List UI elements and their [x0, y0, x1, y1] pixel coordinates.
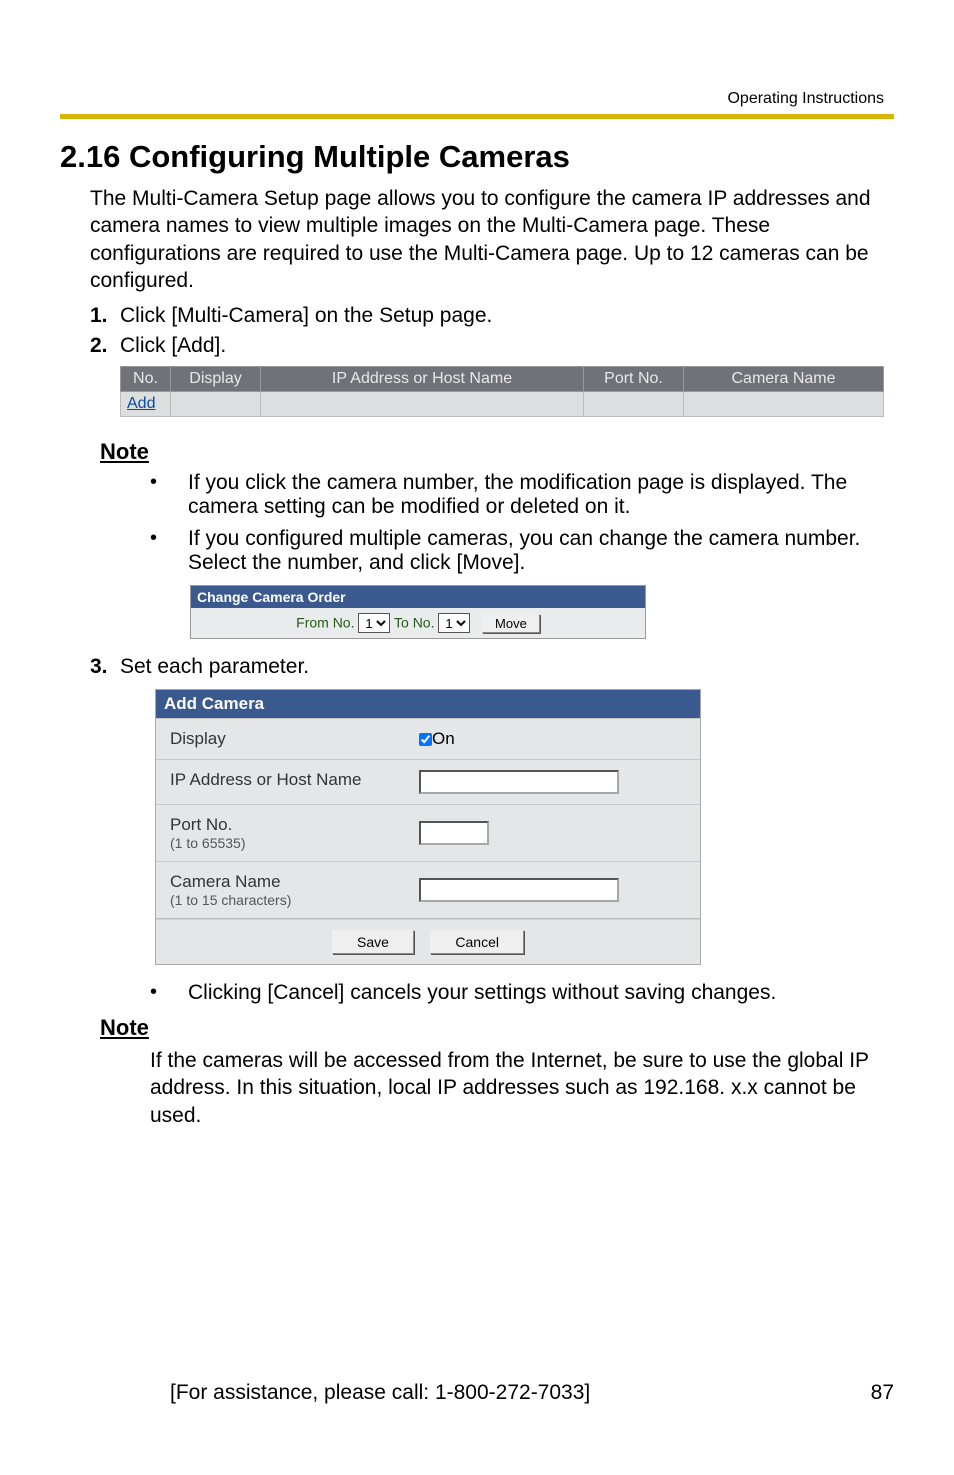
- footer-assist: [For assistance, please call: 1-800-272-…: [170, 1381, 590, 1405]
- to-label: To No.: [394, 615, 434, 631]
- camera-name-label: Camera Name: [170, 872, 397, 892]
- port-input[interactable]: [419, 821, 489, 845]
- step-3-num: 3.: [90, 655, 120, 679]
- bullet-icon: •: [150, 527, 188, 575]
- note-heading-1: Note: [100, 439, 894, 465]
- col-port-header: Port No.: [584, 367, 684, 392]
- add-camera-title: Add Camera: [156, 690, 700, 718]
- step-3-text: Set each parameter.: [120, 655, 309, 679]
- change-order-panel: Change Camera Order From No. 1 To No. 1 …: [190, 585, 646, 639]
- ip-input[interactable]: [419, 770, 619, 794]
- add-camera-panel: Add Camera Display On IP Address or Host…: [155, 689, 701, 965]
- table-row: Add: [121, 392, 884, 417]
- cancel-note-text: Clicking [Cancel] cancels your settings …: [188, 981, 776, 1005]
- ip-label: IP Address or Host Name: [156, 760, 411, 804]
- on-label: On: [432, 729, 455, 749]
- display-label: Display: [156, 719, 411, 759]
- note-heading-2: Note: [100, 1015, 894, 1041]
- display-on-checkbox[interactable]: [419, 733, 432, 746]
- note-2-text: If you configured multiple cameras, you …: [188, 527, 894, 575]
- camera-name-input[interactable]: [419, 878, 619, 902]
- accent-bar: [60, 114, 894, 119]
- doc-header: Operating Instructions: [60, 90, 894, 108]
- port-hint: (1 to 65535): [170, 835, 397, 851]
- step-1-num: 1.: [90, 304, 120, 328]
- note-2-body: If the cameras will be accessed from the…: [150, 1047, 894, 1129]
- step-2-num: 2.: [90, 334, 120, 358]
- move-button[interactable]: Move: [482, 614, 540, 633]
- col-display-header: Display: [171, 367, 261, 392]
- port-label: Port No.: [170, 815, 397, 835]
- bullet-icon: •: [150, 981, 188, 1005]
- section-title: 2.16 Configuring Multiple Cameras: [60, 139, 894, 175]
- page-number: 87: [871, 1381, 894, 1405]
- change-order-title: Change Camera Order: [191, 586, 645, 608]
- to-no-select[interactable]: 1: [438, 613, 470, 633]
- col-ip-header: IP Address or Host Name: [261, 367, 584, 392]
- from-no-select[interactable]: 1: [358, 613, 390, 633]
- intro-paragraph: The Multi-Camera Setup page allows you t…: [90, 185, 894, 294]
- col-no-header: No.: [121, 367, 171, 392]
- add-link[interactable]: Add: [127, 395, 155, 412]
- bullet-icon: •: [150, 471, 188, 519]
- step-1-text: Click [Multi-Camera] on the Setup page.: [120, 304, 492, 328]
- step-2-text: Click [Add].: [120, 334, 226, 358]
- cancel-button[interactable]: Cancel: [430, 930, 524, 954]
- from-label: From No.: [296, 615, 354, 631]
- camera-name-hint: (1 to 15 characters): [170, 892, 397, 908]
- note-1-text: If you click the camera number, the modi…: [188, 471, 894, 519]
- col-camname-header: Camera Name: [684, 367, 884, 392]
- save-button[interactable]: Save: [332, 930, 414, 954]
- camera-table: No. Display IP Address or Host Name Port…: [120, 366, 884, 417]
